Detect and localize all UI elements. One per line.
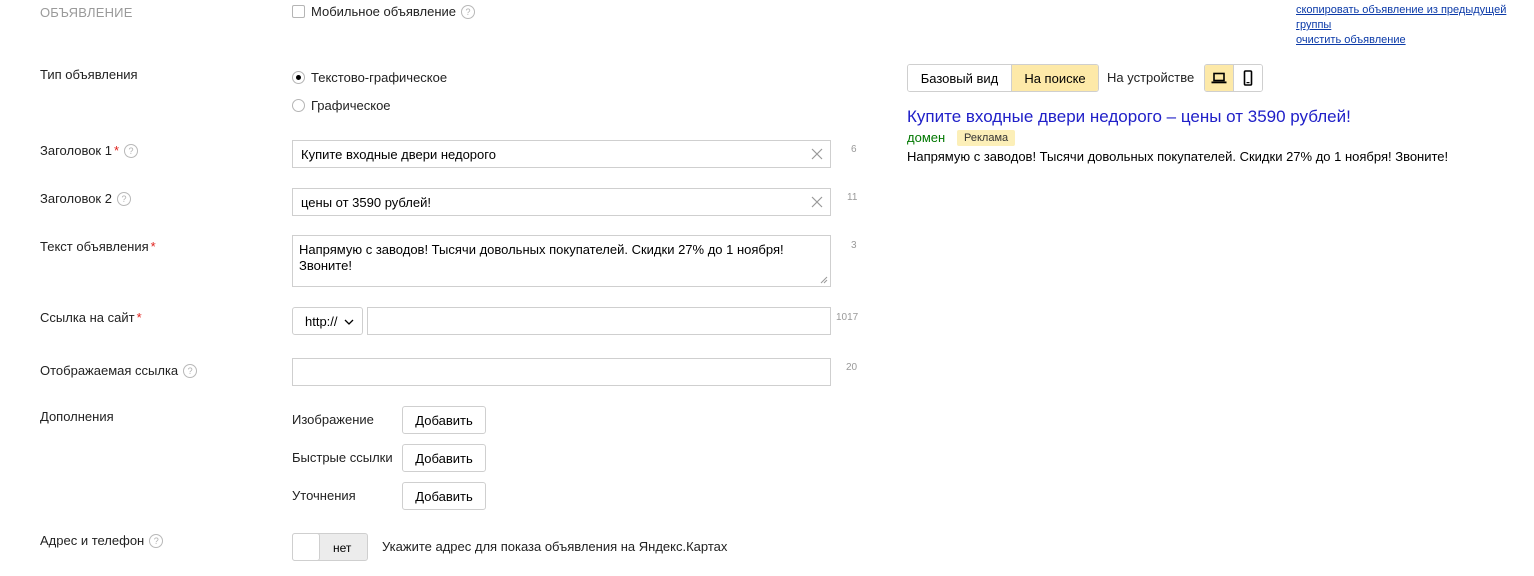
preview-ad-badge: Реклама — [957, 130, 1016, 146]
display-link-label-text: Отображаемая ссылка — [40, 363, 179, 378]
clear-icon[interactable] — [811, 196, 823, 208]
preview-ad-text: Напрямую с заводов! Тысячи довольных пок… — [907, 149, 1449, 164]
clear-ad-link[interactable]: очистить объявление — [1296, 34, 1406, 46]
radio-text-graphic-label[interactable]: Текстово-графическое — [311, 70, 447, 85]
site-link-label: Ссылка на сайт * — [40, 310, 142, 325]
display-link-counter: 20 — [846, 362, 858, 373]
display-link-input[interactable] — [292, 358, 831, 386]
copy-ad-link[interactable]: скопировать объявление из предыдущей — [1296, 4, 1506, 16]
chevron-down-icon — [344, 319, 354, 325]
preview-tabs: Базовый вид На поиске — [907, 64, 1099, 92]
ad-text-label-text: Текст объявления — [40, 239, 149, 254]
extra-image-label: Изображение — [292, 412, 374, 427]
help-icon[interactable]: ? — [461, 5, 476, 19]
headline2-counter: 11 — [847, 192, 858, 203]
ad-text-label: Текст объявления * — [40, 239, 156, 254]
add-image-button[interactable]: Добавить — [402, 406, 486, 434]
laptop-icon — [1211, 72, 1227, 84]
radio-text-graphic[interactable] — [292, 71, 305, 84]
extra-callouts-label: Уточнения — [292, 488, 356, 503]
toggle-value: нет — [333, 541, 352, 555]
ad-text-counter: 3 — [851, 240, 857, 251]
section-title: ОБЪЯВЛЕНИЕ — [40, 5, 133, 20]
clear-icon[interactable] — [811, 148, 823, 160]
address-hint: Укажите адрес для показа объявления на Я… — [382, 539, 728, 554]
address-label: Адрес и телефон? — [40, 533, 164, 548]
extra-quicklinks-label: Быстрые ссылки — [292, 450, 393, 465]
headline1-label: Заголовок 1 *? — [40, 143, 139, 158]
preview-ad-title[interactable]: Купите входные двери недорого – цены от … — [907, 107, 1351, 127]
address-label-text: Адрес и телефон — [40, 533, 145, 548]
address-toggle[interactable]: нет — [292, 533, 368, 561]
protocol-select[interactable]: http:// — [292, 307, 363, 335]
resize-handle-icon[interactable] — [820, 276, 828, 284]
device-label: На устройстве — [1107, 70, 1195, 85]
copy-ad-link-cont[interactable]: группы — [1296, 19, 1331, 31]
device-desktop[interactable] — [1205, 65, 1234, 91]
mobile-ad-label[interactable]: Мобильное объявление? — [311, 4, 476, 19]
toggle-knob[interactable] — [292, 533, 320, 561]
headline2-value: цены от 3590 рублей! — [301, 194, 431, 210]
headline2-label-text: Заголовок 2 — [40, 191, 112, 206]
protocol-value: http:// — [305, 313, 338, 329]
site-link-label-text: Ссылка на сайт — [40, 310, 135, 325]
help-icon[interactable]: ? — [183, 364, 198, 378]
headline1-value: Купите входные двери недорого — [301, 146, 496, 162]
required-mark: * — [113, 143, 120, 158]
display-link-label: Отображаемая ссылка? — [40, 363, 198, 378]
device-mobile[interactable] — [1234, 65, 1262, 91]
tab-on-search[interactable]: На поиске — [1012, 65, 1098, 91]
help-icon[interactable]: ? — [149, 534, 164, 548]
add-quicklinks-button[interactable]: Добавить — [402, 444, 486, 472]
headline1-counter: 6 — [851, 144, 857, 155]
radio-graphic[interactable] — [292, 99, 305, 112]
ad-text-value: Напрямую с заводов! Тысячи довольных пок… — [299, 242, 784, 273]
extras-label: Дополнения — [40, 409, 114, 424]
site-link-input[interactable] — [367, 307, 831, 335]
headline2-label: Заголовок 2? — [40, 191, 131, 206]
radio-graphic-label[interactable]: Графическое — [311, 98, 391, 113]
site-link-counter: 1017 — [836, 312, 859, 323]
ad-text-textarea[interactable]: Напрямую с заводов! Тысячи довольных пок… — [292, 235, 831, 287]
headline2-input[interactable]: цены от 3590 рублей! — [292, 188, 831, 216]
ad-type-label: Тип объявления — [40, 67, 138, 82]
mobile-ad-checkbox[interactable] — [292, 5, 305, 18]
tab-base-view[interactable]: Базовый вид — [908, 65, 1012, 91]
help-icon[interactable]: ? — [124, 144, 139, 158]
mobile-ad-label-text: Мобильное объявление — [311, 4, 457, 19]
required-mark: * — [136, 310, 142, 325]
help-icon[interactable]: ? — [116, 192, 131, 206]
required-mark: * — [150, 239, 156, 254]
add-callouts-button[interactable]: Добавить — [402, 482, 486, 510]
phone-icon — [1243, 70, 1253, 86]
top-links: скопировать объявление из предыдущей гру… — [1296, 2, 1506, 47]
device-switch — [1204, 64, 1263, 92]
headline1-label-text: Заголовок 1 — [40, 143, 112, 158]
headline1-input[interactable]: Купите входные двери недорого — [292, 140, 831, 168]
preview-domain: домен — [907, 130, 946, 145]
